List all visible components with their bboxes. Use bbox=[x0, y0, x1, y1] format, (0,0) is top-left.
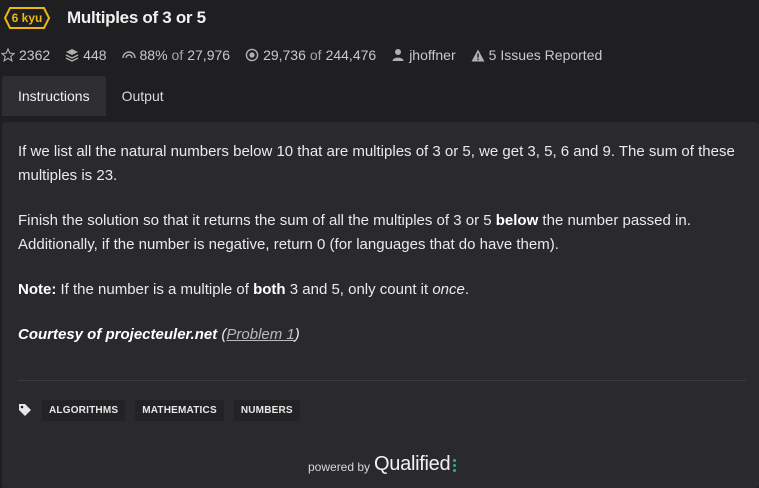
powered-by[interactable]: powered by Qualified bbox=[308, 452, 457, 476]
stack-icon bbox=[64, 47, 80, 63]
target-icon bbox=[244, 47, 260, 63]
author-stat[interactable]: jhoffner bbox=[390, 47, 456, 63]
tab-bar: Instructions Output bbox=[0, 76, 759, 116]
p2-text-a: Finish the solution so that it returns t… bbox=[18, 212, 496, 229]
p2-bold: below bbox=[495, 212, 539, 229]
completed-of: of bbox=[309, 47, 322, 63]
tab-output[interactable]: Output bbox=[106, 76, 180, 116]
collections-count: 448 bbox=[83, 47, 107, 63]
qualified-logo: Qualified bbox=[374, 453, 451, 475]
note-label: Note: bbox=[18, 281, 57, 298]
note-text-c: . bbox=[464, 281, 470, 298]
issues-stat[interactable]: 5 Issues Reported bbox=[470, 47, 603, 63]
rank-label: 6 kyu bbox=[11, 11, 43, 25]
kata-header: 6 kyu Multiples of 3 or 5 bbox=[0, 0, 759, 38]
qualified-dots-icon bbox=[453, 457, 457, 472]
satisfaction-pct: 88% bbox=[139, 47, 168, 63]
eye-rainbow-icon bbox=[121, 47, 137, 63]
author-name[interactable]: jhoffner bbox=[409, 47, 455, 63]
problem-link[interactable]: Problem 1 bbox=[226, 326, 294, 343]
completed-stat: 29,736 of 244,476 bbox=[244, 47, 376, 63]
satisfaction-total: 27,976 bbox=[187, 47, 231, 63]
completed-count: 29,736 bbox=[263, 47, 306, 63]
satisfaction-of: of bbox=[171, 47, 184, 63]
kata-title[interactable]: Multiples of 3 or 5 bbox=[67, 8, 206, 28]
stats-bar: 2362 448 88% of 27,976 29,736 of 244,476… bbox=[0, 44, 759, 66]
collections-stat[interactable]: 448 bbox=[64, 47, 107, 63]
stars-stat[interactable]: 2362 bbox=[0, 47, 50, 63]
description-note: Note: If the number is a multiple of bot… bbox=[18, 278, 748, 302]
courtesy-close: ) bbox=[294, 326, 300, 343]
issues-label[interactable]: 5 Issues Reported bbox=[489, 47, 603, 63]
completed-total: 244,476 bbox=[325, 47, 377, 63]
description-courtesy: Courtesy of projecteuler.net (Problem 1) bbox=[18, 323, 748, 347]
note-text-b: 3 and 5, only count it bbox=[285, 281, 433, 298]
powered-by-label: powered by bbox=[308, 460, 371, 474]
tag-list: ALGORITHMS MATHEMATICS NUMBERS bbox=[18, 398, 310, 422]
note-italic: once bbox=[432, 281, 465, 298]
description-paragraph-1: If we list all the natural numbers below… bbox=[18, 140, 748, 188]
rank-badge: 6 kyu bbox=[4, 7, 50, 29]
tab-instructions[interactable]: Instructions bbox=[2, 76, 106, 116]
tag-algorithms[interactable]: ALGORITHMS bbox=[42, 399, 126, 421]
note-text-a: If the number is a multiple of bbox=[56, 281, 254, 298]
courtesy-open: ( bbox=[217, 326, 227, 343]
user-icon bbox=[390, 47, 406, 63]
tag-icon bbox=[18, 403, 32, 417]
divider bbox=[18, 380, 746, 381]
warning-icon bbox=[470, 47, 486, 63]
kata-description: If we list all the natural numbers below… bbox=[18, 140, 748, 368]
tag-mathematics[interactable]: MATHEMATICS bbox=[135, 399, 224, 421]
note-bold: both bbox=[253, 281, 286, 298]
tag-numbers[interactable]: NUMBERS bbox=[233, 399, 300, 421]
p1-text: If we list all the natural numbers below… bbox=[18, 143, 735, 184]
stars-count: 2362 bbox=[19, 47, 51, 63]
satisfaction-stat: 88% of 27,976 bbox=[121, 47, 231, 63]
courtesy-label: Courtesy of projecteuler.net bbox=[18, 326, 218, 343]
star-icon bbox=[0, 47, 16, 63]
description-paragraph-2: Finish the solution so that it returns t… bbox=[18, 209, 748, 257]
